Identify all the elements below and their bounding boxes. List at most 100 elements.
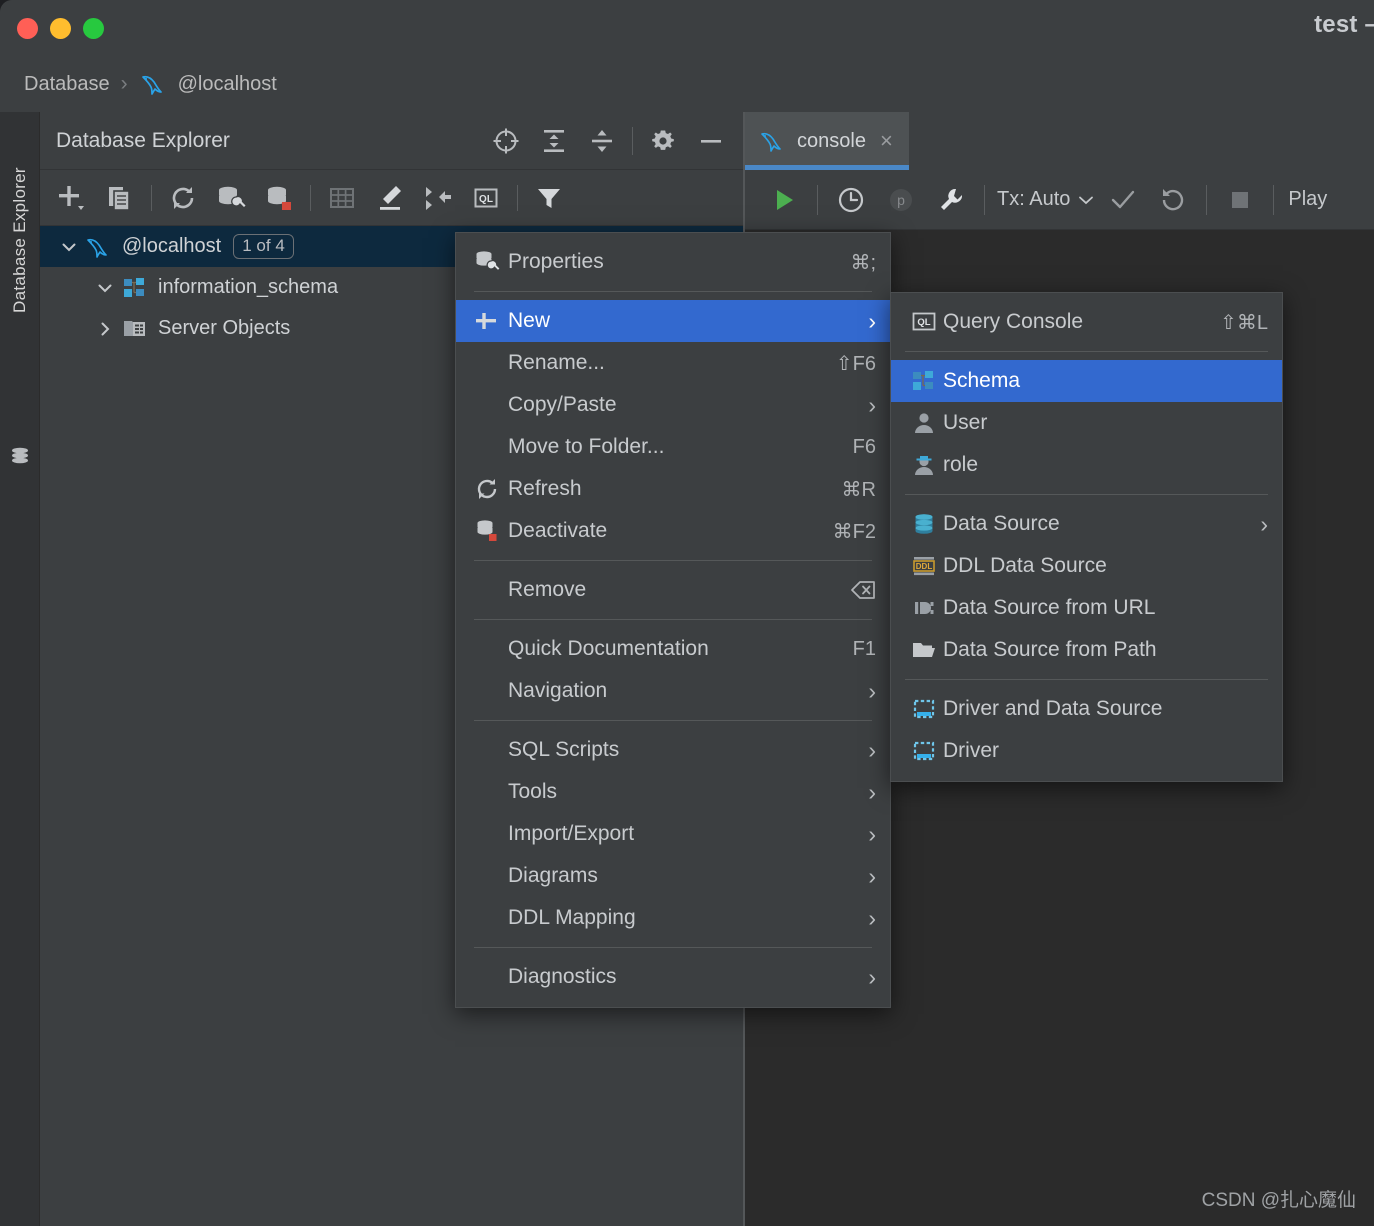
menu-item-label: Move to Folder... <box>508 435 665 458</box>
editor-toolbar: p Tx: Auto Play <box>745 170 1374 230</box>
menu-item-label: role <box>943 453 979 476</box>
context-menu: Properties ⌘; New › Rename... ⇧F6 Copy/P… <box>455 232 891 1008</box>
chevron-down-icon[interactable] <box>90 279 120 297</box>
deactivate-icon <box>474 518 508 544</box>
submenu-item-data-source-from-url[interactable]: Data Source from URL <box>891 587 1282 629</box>
menu-item-label: Properties <box>508 250 604 273</box>
menu-item-sql-scripts[interactable]: SQL Scripts › <box>456 729 890 771</box>
scroll-from-source-icon[interactable] <box>482 117 530 165</box>
breadcrumb-item-localhost[interactable]: @localhost <box>178 73 277 96</box>
submenu-item-ddl-data-source[interactable]: DDL DDL Data Source <box>891 545 1282 587</box>
modify-icon[interactable] <box>366 174 414 222</box>
add-new-icon[interactable] <box>48 174 96 222</box>
duplicate-icon[interactable] <box>96 174 144 222</box>
menu-item-label: Data Source from Path <box>943 638 1157 661</box>
menu-item-label: Refresh <box>508 477 582 500</box>
submenu-item-driver[interactable]: Driver <box>891 730 1282 772</box>
submenu-item-driver-and-data-source[interactable]: Driver and Data Source <box>891 688 1282 730</box>
menu-item-copy-paste[interactable]: Copy/Paste › <box>456 384 890 426</box>
menu-item-label: Tools <box>508 780 558 803</box>
transaction-mode-dropdown[interactable]: Tx: Auto <box>993 188 1098 211</box>
deactivate-data-source-icon[interactable] <box>255 174 303 222</box>
toolbar-divider <box>517 184 518 211</box>
database-stack-icon[interactable] <box>9 445 31 467</box>
menu-item-import-export[interactable]: Import/Export › <box>456 813 890 855</box>
data-source-url-icon <box>905 596 943 620</box>
execute-run-icon[interactable] <box>759 175 809 225</box>
menu-item-label: Diagnostics <box>508 965 617 988</box>
menu-item-shortcut: ⌘F2 <box>832 520 876 543</box>
minimize-window-button[interactable] <box>50 17 71 39</box>
menu-item-remove[interactable]: Remove <box>456 569 890 611</box>
settings-gear-icon[interactable] <box>639 117 687 165</box>
close-icon[interactable]: × <box>880 130 893 152</box>
sidebar-item-database-explorer[interactable]: Database Explorer <box>0 120 40 360</box>
chevron-right-icon[interactable] <box>90 320 120 338</box>
menu-item-deactivate[interactable]: Deactivate ⌘F2 <box>456 510 890 552</box>
close-window-button[interactable] <box>17 17 38 39</box>
commit-icon[interactable] <box>1098 175 1148 225</box>
chevron-right-icon: › <box>868 904 876 931</box>
chevron-right-icon: › <box>868 391 876 418</box>
rollback-icon[interactable] <box>1148 175 1198 225</box>
chevron-down-icon <box>1079 196 1094 204</box>
submenu-item-query-console[interactable]: QL Query Console ⇧⌘L <box>891 301 1282 343</box>
menu-item-label: Data Source from URL <box>943 596 1156 619</box>
menu-item-label: Schema <box>943 369 1021 392</box>
breadcrumb-separator: › <box>120 72 128 95</box>
submenu-item-schema[interactable]: Schema <box>891 360 1282 402</box>
menu-item-move-to-folder[interactable]: Move to Folder... F6 <box>456 426 890 468</box>
history-icon[interactable] <box>826 175 876 225</box>
menu-item-quick-documentation[interactable]: Quick Documentation F1 <box>456 628 890 670</box>
menu-item-navigation[interactable]: Navigation › <box>456 670 890 712</box>
mysql-dolphin-icon <box>84 235 114 259</box>
chevron-right-icon: › <box>868 307 876 334</box>
query-console-icon[interactable]: QL <box>462 174 510 222</box>
data-source-icon <box>905 512 943 536</box>
maximize-window-button[interactable] <box>83 17 104 39</box>
menu-item-label: Deactivate <box>508 519 608 542</box>
parameters-icon[interactable]: p <box>876 175 926 225</box>
hide-panel-icon[interactable] <box>687 117 735 165</box>
menu-item-tools[interactable]: Tools › <box>456 771 890 813</box>
menu-item-diagnostics[interactable]: Diagnostics › <box>456 956 890 998</box>
tab-console[interactable]: console × <box>745 112 909 170</box>
menu-item-new[interactable]: New › <box>456 300 890 342</box>
menu-item-ddl-mapping[interactable]: DDL Mapping › <box>456 897 890 939</box>
explorer-toolbar: QL <box>40 170 743 226</box>
mysql-dolphin-icon <box>139 71 169 97</box>
stop-icon[interactable] <box>1215 175 1265 225</box>
table-editor-icon[interactable] <box>318 174 366 222</box>
jump-to-console-icon[interactable] <box>414 174 462 222</box>
svg-text:QL: QL <box>917 317 930 328</box>
breadcrumb-item-database[interactable]: Database <box>24 73 110 96</box>
play-label[interactable]: Play <box>1288 188 1327 211</box>
submenu-item-user[interactable]: User <box>891 402 1282 444</box>
menu-item-label: User <box>943 411 988 434</box>
menu-item-shortcut: F1 <box>852 637 876 660</box>
menu-item-rename[interactable]: Rename... ⇧F6 <box>456 342 890 384</box>
traffic-lights <box>17 17 104 39</box>
transaction-mode-label: Tx: Auto <box>997 188 1071 210</box>
editor-bottom-strip <box>40 1217 743 1226</box>
chevron-right-icon: › <box>868 677 876 704</box>
submenu-item-data-source-from-path[interactable]: Data Source from Path <box>891 629 1282 671</box>
refresh-icon[interactable] <box>159 174 207 222</box>
filter-icon[interactable] <box>525 174 573 222</box>
collapse-all-icon[interactable] <box>578 117 626 165</box>
watermark: CSDN @扎心魔仙 <box>1201 1190 1356 1211</box>
data-source-properties-icon[interactable] <box>207 174 255 222</box>
user-icon <box>905 411 943 435</box>
menu-item-diagrams[interactable]: Diagrams › <box>456 855 890 897</box>
submenu-item-role[interactable]: role <box>891 444 1282 486</box>
menu-item-properties[interactable]: Properties ⌘; <box>456 241 890 283</box>
editor-tabs: console × <box>745 112 1374 170</box>
expand-all-icon[interactable] <box>530 117 578 165</box>
chevron-down-icon[interactable] <box>54 238 84 256</box>
menu-item-label: Import/Export <box>508 822 635 845</box>
wrench-settings-icon[interactable] <box>926 175 976 225</box>
submenu-item-data-source[interactable]: Data Source › <box>891 503 1282 545</box>
menu-item-refresh[interactable]: Refresh ⌘R <box>456 468 890 510</box>
menu-item-label: Navigation <box>508 679 608 702</box>
menu-divider <box>905 351 1268 352</box>
